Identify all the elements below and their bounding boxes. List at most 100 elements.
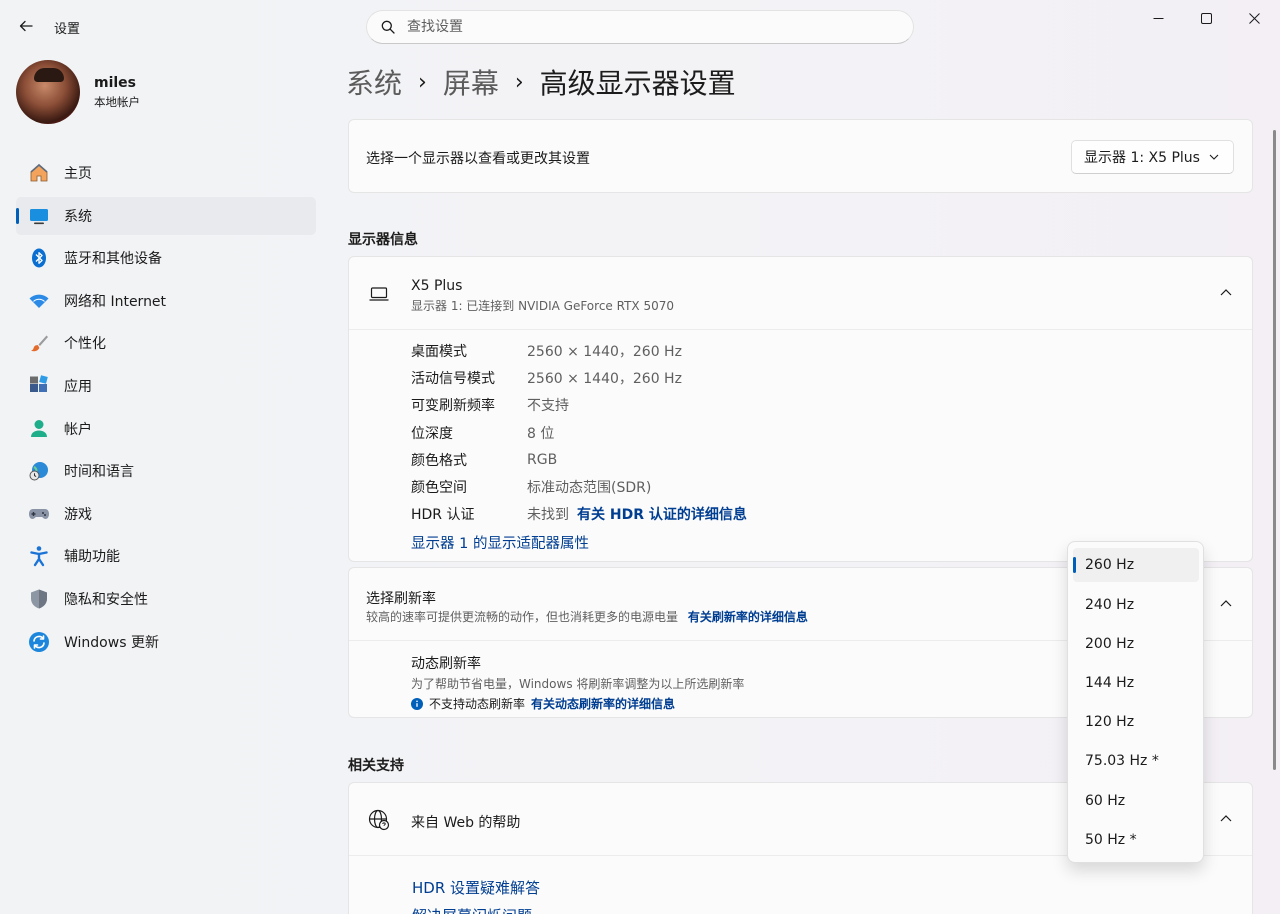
brush-icon <box>28 332 50 354</box>
sidebar-item-gaming[interactable]: 游戏 <box>16 495 316 533</box>
sidebar-item-time-language[interactable]: 时间和语言 <box>16 452 316 490</box>
sidebar-item-apps[interactable]: 应用 <box>16 367 316 405</box>
sidebar-item-label: Windows 更新 <box>64 634 159 651</box>
scrollbar[interactable] <box>1273 130 1276 770</box>
search-icon <box>381 20 395 34</box>
sidebar-item-bluetooth[interactable]: 蓝牙和其他设备 <box>16 239 316 277</box>
title-bar: 设置 <box>0 0 1280 52</box>
info-row-color-format: 颜色格式 RGB <box>411 451 558 469</box>
minimize-icon <box>1153 17 1163 19</box>
web-help-title: 来自 Web 的帮助 <box>411 815 521 831</box>
breadcrumb-separator-icon: › <box>418 69 427 95</box>
display-select-dropdown[interactable]: 显示器 1: X5 Plus <box>1071 140 1234 174</box>
display-selector-label: 选择一个显示器以查看或更改其设置 <box>366 151 590 167</box>
adapter-properties-link[interactable]: 显示器 1 的显示适配器属性 <box>411 532 589 553</box>
display-info-grid: 桌面模式 2560 × 1440，260 Hz 活动信号模式 2560 × 14… <box>411 337 747 556</box>
back-arrow-icon <box>19 20 33 32</box>
update-icon <box>28 631 50 653</box>
laptop-icon <box>369 287 389 301</box>
search-input[interactable] <box>407 19 887 35</box>
info-row-variable-refresh: 可变刷新频率 不支持 <box>411 398 569 415</box>
info-row-bit-depth: 位深度 8 位 <box>411 425 555 442</box>
sidebar-item-home[interactable]: 主页 <box>16 154 316 192</box>
breadcrumb-separator-icon: › <box>514 69 524 95</box>
info-icon <box>411 697 423 710</box>
refresh-rate-info-link[interactable]: 有关刷新率的详细信息 <box>688 610 808 624</box>
sidebar-item-accessibility[interactable]: 辅助功能 <box>16 537 316 575</box>
home-icon <box>28 162 50 184</box>
sidebar-item-label: 游戏 <box>64 506 92 523</box>
sidebar-item-label: 帐户 <box>64 421 92 438</box>
dynamic-refresh-note: 不支持动态刷新率 有关动态刷新率的详细信息 <box>411 695 744 712</box>
page-title: 高级显示器设置 <box>539 67 736 100</box>
globe-help-icon <box>368 809 390 831</box>
refresh-option-144[interactable]: 144 Hz <box>1073 666 1199 700</box>
apps-icon <box>28 375 50 397</box>
profile-account-type: 本地帐户 <box>94 94 140 109</box>
maximize-button[interactable] <box>1183 6 1229 30</box>
hdr-troubleshoot-link[interactable]: HDR 设置疑难解答 <box>412 877 540 898</box>
display-name: X5 Plus <box>411 278 463 294</box>
chevron-up-icon <box>1220 815 1232 822</box>
bluetooth-icon <box>28 247 50 269</box>
sidebar-item-label: 辅助功能 <box>64 549 120 566</box>
app-title: 设置 <box>54 22 81 37</box>
info-row-color-space: 颜色空间 标准动态范围(SDR) <box>411 480 652 497</box>
info-row-desktop-mode: 桌面模式 2560 × 1440，260 Hz <box>411 343 682 360</box>
sidebar-item-system[interactable]: 系统 <box>16 196 316 235</box>
hdr-certification-link[interactable]: 有关 HDR 认证的详细信息 <box>577 504 747 524</box>
collapse-button[interactable] <box>1220 814 1232 822</box>
profile-name: miles <box>94 74 137 91</box>
refresh-option-240[interactable]: 240 Hz <box>1073 588 1199 622</box>
refresh-option-120[interactable]: 120 Hz <box>1073 705 1199 739</box>
sidebar-item-accounts[interactable]: 帐户 <box>16 410 316 448</box>
refresh-rate-description: 较高的速率可提供更流畅的动作，但也消耗更多的电源电量 有关刷新率的详细信息 <box>366 610 808 624</box>
sidebar-item-windows-update[interactable]: Windows 更新 <box>16 623 316 661</box>
refresh-option-75[interactable]: 75.03 Hz * <box>1073 744 1199 778</box>
sidebar-item-privacy[interactable]: 隐私和安全性 <box>16 580 316 618</box>
refresh-option-200[interactable]: 200 Hz <box>1073 627 1199 661</box>
refresh-rate-title: 选择刷新率 <box>366 591 436 607</box>
display-connection: 显示器 1: 已连接到 NVIDIA GeForce RTX 5070 <box>411 299 674 313</box>
sidebar-item-label: 应用 <box>64 378 92 395</box>
sidebar-item-label: 个性化 <box>64 336 106 353</box>
refresh-option-260[interactable]: 260 Hz <box>1073 548 1199 582</box>
dynamic-refresh-row: 动态刷新率 为了帮助节省电量，Windows 将刷新率调整为以上所选刷新率 不支… <box>411 653 744 712</box>
wifi-icon <box>28 290 50 312</box>
sidebar-item-personalization[interactable]: 个性化 <box>16 324 316 362</box>
breadcrumb: 系统 › 屏幕 › 高级显示器设置 <box>346 62 736 102</box>
sidebar-nav: 主页 系统 蓝牙和其他设备 网络和 Internet 个性化 应用 帐户 时间和… <box>16 154 316 665</box>
collapse-button[interactable] <box>1220 599 1232 607</box>
info-row-hdr-certification: HDR 认证 未找到 有关 HDR 认证的详细信息 <box>411 501 747 528</box>
dynamic-refresh-title: 动态刷新率 <box>411 656 481 672</box>
breadcrumb-display[interactable]: 屏幕 <box>443 62 499 102</box>
sidebar-item-label: 网络和 Internet <box>64 293 167 310</box>
screen-flicker-link[interactable]: 解决屏幕闪烁问题 <box>412 905 532 914</box>
dynamic-refresh-description: 为了帮助节省电量，Windows 将刷新率调整为以上所选刷新率 <box>411 677 745 691</box>
dynamic-refresh-info-link[interactable]: 有关动态刷新率的详细信息 <box>531 695 675 712</box>
sidebar-item-network[interactable]: 网络和 Internet <box>16 282 316 320</box>
back-button[interactable] <box>12 12 40 40</box>
minimize-button[interactable] <box>1135 6 1181 30</box>
collapse-button[interactable] <box>1220 288 1232 296</box>
shield-icon <box>28 588 50 610</box>
sidebar-item-label: 系统 <box>64 208 92 225</box>
search-box[interactable] <box>366 10 914 44</box>
related-support-section-title: 相关支持 <box>348 758 404 774</box>
person-icon <box>28 418 50 440</box>
sidebar-item-label: 隐私和安全性 <box>64 591 148 608</box>
display-info-header[interactable]: X5 Plus 显示器 1: 已连接到 NVIDIA GeForce RTX 5… <box>349 257 1252 330</box>
sidebar-item-label: 主页 <box>64 166 92 182</box>
chevron-up-icon <box>1220 600 1232 607</box>
user-profile[interactable]: miles 本地帐户 <box>16 60 140 124</box>
chevron-down-icon <box>1209 154 1219 160</box>
refresh-option-50[interactable]: 50 Hz * <box>1073 823 1199 857</box>
refresh-option-60[interactable]: 60 Hz <box>1073 784 1199 818</box>
display-select-value: 显示器 1: X5 Plus <box>1084 150 1200 166</box>
display-info-section-title: 显示器信息 <box>348 232 418 248</box>
chevron-up-icon <box>1220 289 1232 296</box>
accessibility-icon <box>28 545 50 567</box>
maximize-icon <box>1200 12 1212 24</box>
close-button[interactable] <box>1231 6 1277 30</box>
breadcrumb-system[interactable]: 系统 <box>346 62 402 102</box>
